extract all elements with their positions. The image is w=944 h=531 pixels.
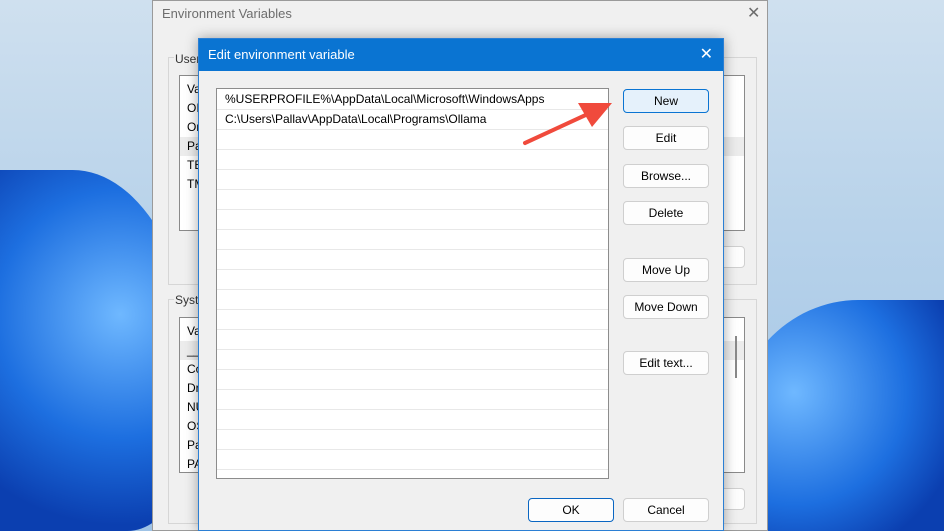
annotation-arrow-icon bbox=[523, 103, 612, 145]
